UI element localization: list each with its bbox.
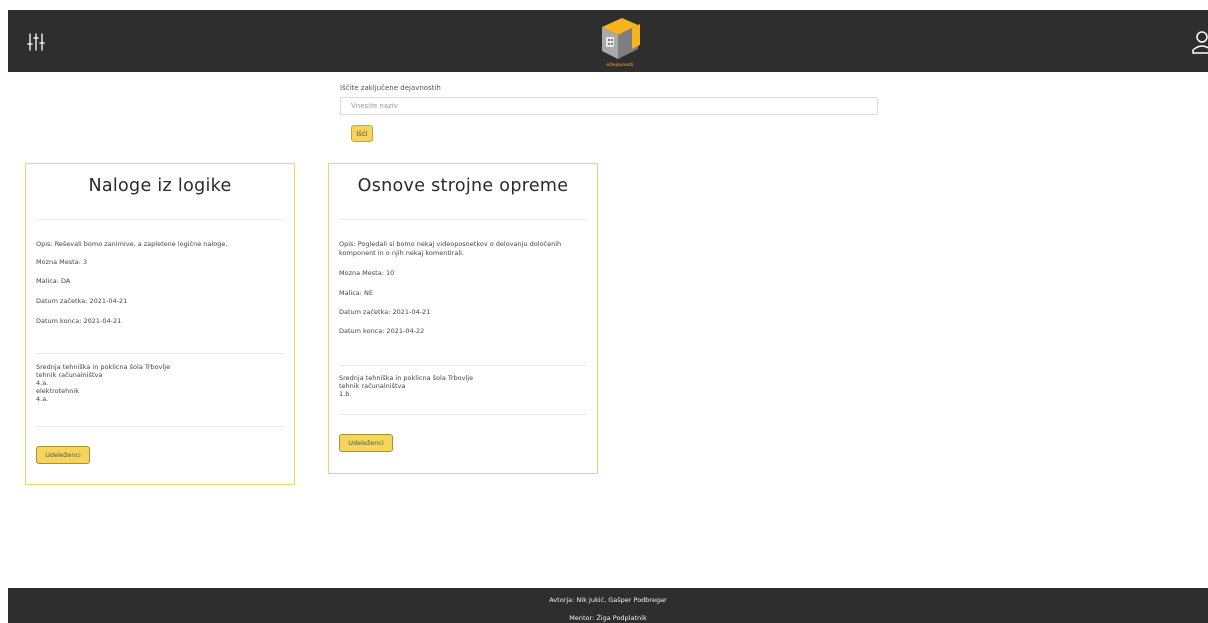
participants-button[interactable]: Udeleženci: [339, 434, 393, 452]
top-navbar: eDejavnosti: [8, 10, 1208, 72]
card-end-date: Datum konca: 2021-04-21: [36, 317, 122, 325]
search-label: Iščite zaključene dejavnostih: [340, 84, 441, 92]
activity-card: Naloge iz logike Opis: Reševali bomo zan…: [25, 163, 295, 485]
card-start-date: Datum začetka: 2021-04-21: [339, 308, 431, 316]
card-available-spots: Mozna Mesta: 3: [36, 258, 88, 266]
footer-authors: Avtorja: Nik Jukić, Gašper Podbregar: [549, 596, 667, 604]
edejavnosti-logo[interactable]: eDejavnosti: [596, 15, 644, 67]
footer: Avtorja: Nik Jukić, Gašper Podbregar Men…: [8, 588, 1208, 623]
divider: [36, 219, 284, 220]
card-description: Opis: Reševali bomo zanimive, a zapleten…: [36, 240, 228, 248]
card-available-spots: Mozna Mesta: 10: [339, 269, 395, 277]
class-name: 4.a.: [36, 379, 49, 387]
card-school-info: Srednja tehniška in poklicna šola Trbovl…: [36, 363, 280, 403]
school-name: Srednja tehniška in poklicna šola Trbovl…: [36, 363, 171, 371]
card-start-date: Datum začetka: 2021-04-21: [36, 297, 128, 305]
logo-text: eDejavnosti: [606, 62, 633, 67]
program-name: elektrotehnik: [36, 387, 79, 395]
footer-mentor: Mentor: Žiga Podplatnik: [569, 614, 647, 622]
divider: [339, 219, 587, 220]
divider: [339, 365, 587, 366]
participants-button[interactable]: Udeleženci: [36, 446, 90, 464]
card-lunch: Malica: NE: [339, 289, 373, 297]
card-description: Opis: Pogledali si bomo nekaj videoposne…: [339, 240, 562, 257]
card-end-date: Datum konca: 2021-04-22: [339, 327, 425, 335]
card-title: Osnove strojne opreme: [357, 176, 569, 196]
program-name: tehnik računalništva: [36, 371, 103, 379]
school-name: Srednja tehniška in poklicna šola Trbovl…: [339, 374, 474, 382]
search-button[interactable]: Išči: [351, 125, 373, 142]
search-section: Iščite zaključene dejavnostih Išči: [340, 84, 880, 142]
divider: [36, 426, 284, 427]
user-icon[interactable]: [1191, 30, 1208, 54]
class-name: 1.b.: [339, 390, 352, 398]
class-name: 4.a.: [36, 395, 49, 403]
program-name: tehnik računalništva: [339, 382, 406, 390]
search-input[interactable]: [340, 97, 878, 115]
activity-card: Osnove strojne opreme Opis: Pogledali si…: [328, 163, 598, 474]
card-school-info: Srednja tehniška in poklicna šola Trbovl…: [339, 374, 583, 398]
card-title: Naloge iz logike: [88, 176, 232, 196]
card-lunch: Malica: DA: [36, 277, 71, 285]
divider: [339, 414, 587, 415]
divider: [36, 353, 284, 354]
sliders-icon[interactable]: [26, 32, 46, 52]
